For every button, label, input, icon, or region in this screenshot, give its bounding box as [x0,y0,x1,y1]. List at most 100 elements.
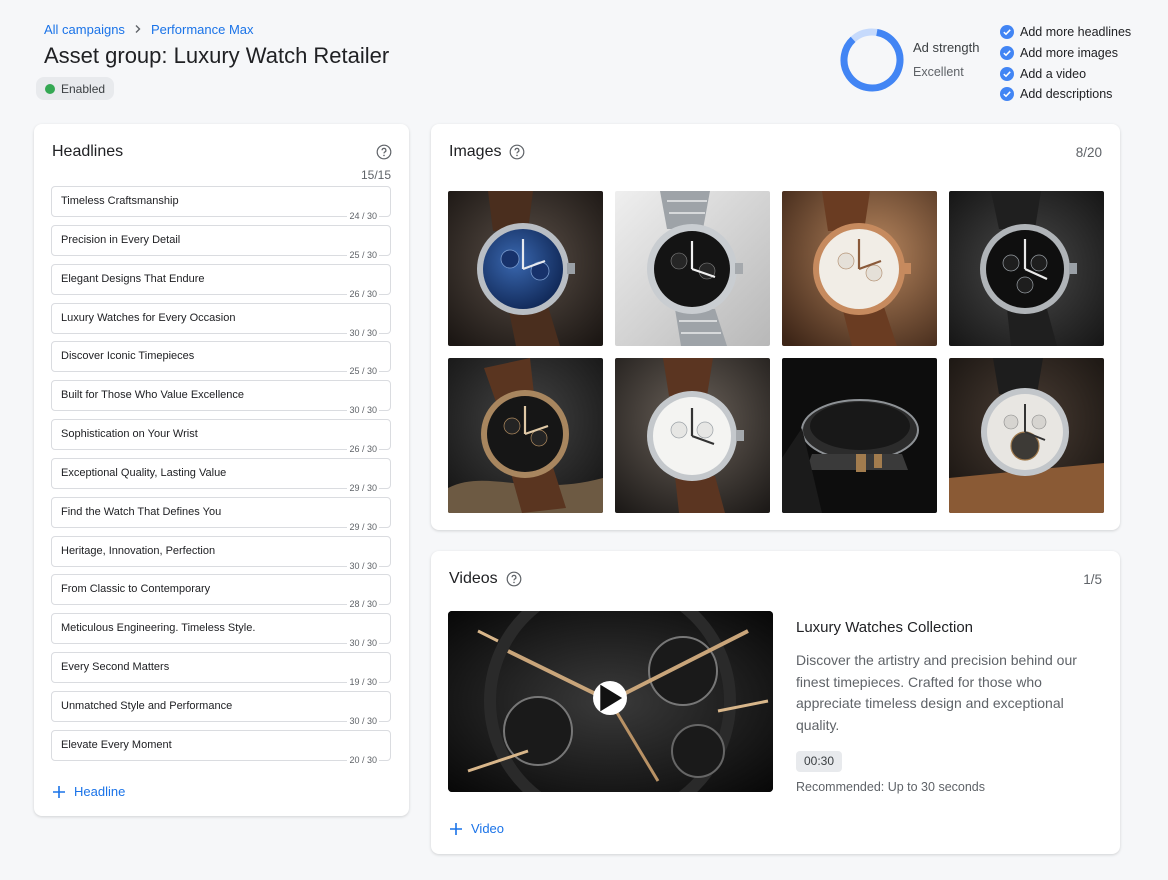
headline-input[interactable]: Sophistication on Your Wrist 26 / 30 [51,419,391,455]
watch-image[interactable] [949,358,1104,513]
status-badge[interactable]: Enabled [36,77,115,100]
videos-header: Videos [449,570,522,588]
ad-strength-checklist: Add more headlines Add more images Add a… [1000,22,1131,105]
ad-strength-value: Excellent [913,65,964,79]
headline-input[interactable]: Luxury Watches for Every Occasion 30 / 30 [51,302,391,338]
headline-input[interactable]: Every Second Matters 19 / 30 [51,652,391,688]
char-count: 30 / 30 [347,560,379,571]
add-headline-label: Headline [74,784,126,799]
headline-input[interactable]: Precision in Every Detail 25 / 30 [51,224,391,260]
headline-text: Meticulous Engineering. Timeless Style. [61,622,256,635]
checklist-label: Add more headlines [1020,25,1132,40]
headline-text: Unmatched Style and Performance [61,699,233,712]
check-circle-icon [1000,66,1014,81]
char-count: 26 / 30 [347,288,379,299]
watch-image[interactable] [448,358,603,513]
char-count: 20 / 30 [347,754,379,765]
headline-input[interactable]: Find the Watch That Defines You 29 / 30 [51,496,391,532]
headlines-card: Headlines 15/15 Timeless Craftsmanship 24… [34,124,409,816]
videos-count: 1/5 [1083,572,1102,587]
checklist-label: Add more images [1020,46,1118,61]
char-count: 29 / 30 [347,521,379,532]
char-count: 30 / 30 [347,405,379,416]
videos-card: Videos 1/5 Luxury Watches Collection Dis… [431,551,1120,854]
headline-text: Heritage, Innovation, Perfection [61,544,216,557]
video-details: Luxury Watches Collection Discover the a… [796,619,1096,794]
char-count: 30 / 30 [347,715,379,726]
char-count: 30 / 30 [347,327,379,338]
headline-text: Built for Those Who Value Excellence [61,389,245,402]
breadcrumb: All campaigns Performance Max [44,18,744,40]
help-icon[interactable] [506,571,522,587]
headline-input[interactable]: Elevate Every Moment 20 / 30 [51,729,391,765]
checklist-item: Add more images [1000,43,1131,64]
headline-input[interactable]: Heritage, Innovation, Perfection 30 / 30 [51,535,391,571]
images-count: 8/20 [1075,145,1102,160]
play-button[interactable] [593,681,627,715]
char-count: 30 / 30 [347,638,379,649]
help-icon[interactable] [509,144,525,160]
headline-input[interactable]: Meticulous Engineering. Timeless Style. 3… [51,613,391,649]
headline-text: Every Second Matters [61,661,170,674]
char-count: 26 / 30 [347,444,379,455]
watch-image[interactable] [448,191,603,346]
check-circle-icon [1000,87,1014,102]
breadcrumb-all-campaigns[interactable]: All campaigns [44,22,125,37]
play-icon [600,684,623,712]
headline-input[interactable]: Unmatched Style and Performance 30 / 30 [51,690,391,726]
check-circle-icon [1000,25,1014,40]
char-count: 25 / 30 [347,366,379,377]
plus-icon [450,822,462,835]
headline-text: From Classic to Contemporary [61,583,211,596]
headline-text: Timeless Craftsmanship [61,195,179,207]
breadcrumb-performance-max[interactable]: Performance Max [151,22,254,37]
video-title: Luxury Watches Collection [796,619,974,636]
headline-input[interactable]: Elegant Designs That Endure 26 / 30 [51,263,391,299]
watch-image[interactable] [782,191,937,346]
add-headline-button[interactable]: Headline [52,784,125,799]
watch-image[interactable] [782,358,937,513]
images-card: Images 8/20 [431,124,1120,530]
char-count: 19 / 30 [347,677,379,688]
help-icon[interactable] [376,144,392,165]
char-count: 29 / 30 [347,482,379,493]
headlines-count: 15/15 [360,168,391,182]
add-video-label: Video [471,821,505,836]
watch-image[interactable] [615,358,770,513]
headline-input[interactable]: Discover Iconic Timepieces 25 / 30 [51,341,391,377]
page-title: Asset group: Luxury Watch Retailer [44,43,390,68]
videos-title: Videos [449,570,498,587]
headline-input[interactable]: Built for Those Who Value Excellence 30 /… [51,380,391,416]
video-duration: 00:30 [796,751,843,772]
headline-text: Find the Watch That Defines You [61,505,222,518]
page-header: All campaigns Performance Max Asset grou… [44,18,744,69]
ad-strength-ring [840,28,904,92]
headline-text: Exceptional Quality, Lasting Value [61,466,227,479]
checklist-item: Add descriptions [1000,84,1131,105]
chevron-right-icon [133,24,143,34]
ad-strength-label: Ad strength [913,40,980,55]
watch-image[interactable] [615,191,770,346]
enabled-status-dot [45,83,55,94]
images-title: Images [449,143,502,160]
video-description: Discover the artistry and precision behi… [796,652,1077,733]
video-thumbnail[interactable] [448,611,773,792]
headline-text: Luxury Watches for Every Occasion [61,311,236,324]
char-count: 25 / 30 [347,249,379,260]
headline-input[interactable]: Timeless Craftsmanship 24 / 30 [51,186,391,221]
headline-input[interactable]: Exceptional Quality, Lasting Value 29 / 3… [51,457,391,493]
char-count: 28 / 30 [347,599,379,610]
images-header: Images [449,143,525,161]
watch-image[interactable] [949,191,1104,346]
plus-icon [53,785,65,798]
add-video-button[interactable]: Video [449,821,504,836]
headline-text: Discover Iconic Timepieces [61,350,195,363]
checklist-item: Add more headlines [1000,22,1131,43]
image-grid [448,191,1104,513]
headlines-title: Headlines [52,143,124,160]
checklist-item: Add a video [1000,63,1131,84]
headline-text: Sophistication on Your Wrist [61,428,198,441]
headline-input[interactable]: From Classic to Contemporary 28 / 30 [51,574,391,610]
char-count: 24 / 30 [347,211,379,221]
video-recommendation: Recommended: Up to 30 seconds [796,780,985,794]
